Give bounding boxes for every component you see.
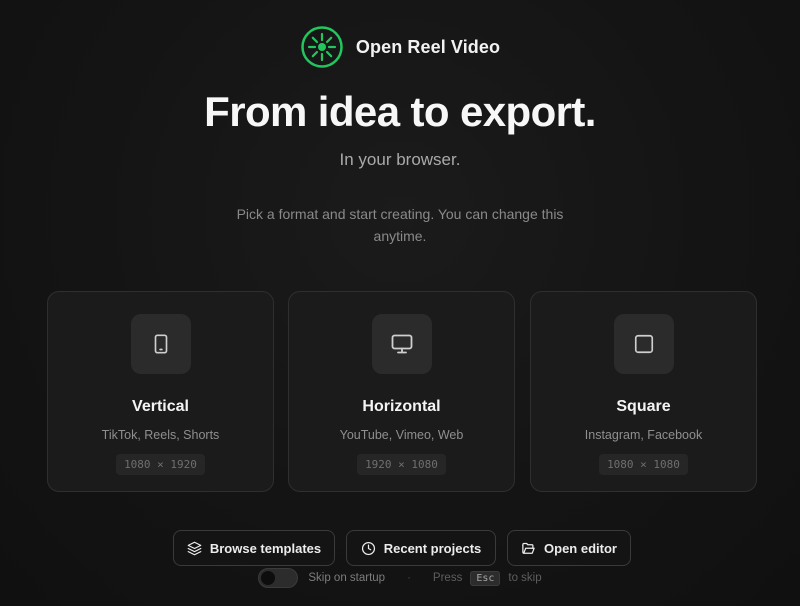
toggle-knob — [261, 571, 276, 585]
headline: From idea to export. — [204, 88, 596, 135]
esc-key-hint: Esc — [470, 570, 501, 586]
open-editor-label: Open editor — [544, 540, 617, 556]
recent-projects-label: Recent projects — [383, 540, 482, 556]
startup-footer: Skip on startup · Press Esc to skip — [0, 567, 800, 589]
square-icon — [613, 314, 674, 374]
format-title: Square — [616, 398, 671, 415]
format-resolution: 1920 × 1080 — [357, 454, 446, 475]
phone-icon — [130, 314, 191, 374]
format-card-square[interactable]: Square Instagram, Facebook 1080 × 1080 — [530, 291, 757, 492]
format-resolution: 1080 × 1920 — [116, 454, 205, 475]
browse-templates-label: Browse templates — [209, 540, 322, 556]
format-platforms: YouTube, Vimeo, Web — [339, 428, 464, 442]
brand-header: Open Reel Video — [0, 25, 800, 69]
format-platforms: Instagram, Facebook — [584, 428, 703, 442]
folder-open-icon — [522, 542, 535, 554]
skip-suffix: to skip — [508, 572, 542, 584]
footer-separator: · — [407, 572, 411, 584]
subheadline: In your browser. — [339, 150, 461, 169]
skip-on-startup-label: Skip on startup — [308, 572, 386, 584]
skip-on-startup-toggle[interactable] — [258, 568, 299, 588]
format-card-vertical[interactable]: Vertical TikTok, Reels, Shorts 1080 × 19… — [47, 291, 274, 492]
recent-projects-button[interactable]: Recent projects — [346, 530, 496, 566]
layers-icon — [187, 541, 202, 555]
format-title: Horizontal — [362, 398, 441, 415]
format-hint: Pick a format and start creating. You ca… — [236, 206, 564, 244]
browse-templates-button[interactable]: Browse templates — [173, 530, 335, 566]
format-card-horizontal[interactable]: Horizontal YouTube, Vimeo, Web 1920 × 10… — [288, 291, 515, 492]
format-resolution: 1080 × 1080 — [599, 454, 688, 475]
aperture-icon — [301, 26, 343, 68]
app-name: Open Reel Video — [355, 36, 501, 57]
open-editor-button[interactable]: Open editor — [507, 530, 631, 566]
format-title: Vertical — [132, 398, 189, 415]
clock-icon — [361, 541, 375, 555]
monitor-icon — [371, 314, 432, 374]
format-platforms: TikTok, Reels, Shorts — [101, 428, 220, 442]
press-label: Press — [432, 572, 463, 584]
